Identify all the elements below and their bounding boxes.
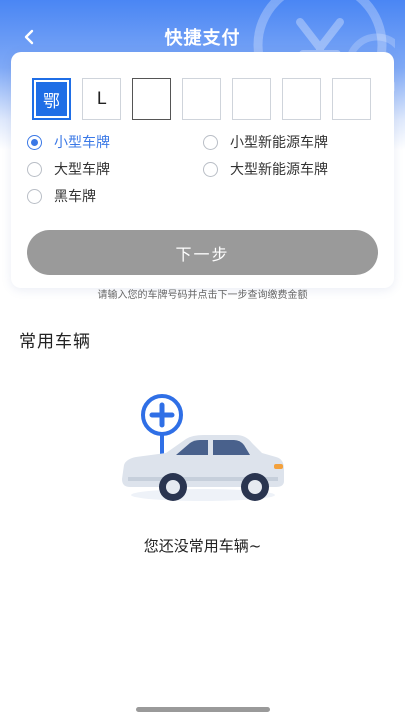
plate-char-box-5[interactable]: [332, 78, 371, 120]
plate-number-input: 鄂 L: [32, 78, 371, 120]
radio-label: 大型新能源车牌: [230, 162, 328, 178]
page-title: 快捷支付: [164, 28, 241, 49]
plate-province-box[interactable]: 鄂: [32, 78, 71, 120]
radio-small-new-energy-plate[interactable]: 小型新能源车牌: [203, 132, 328, 152]
radio-black-plate[interactable]: 黑车牌: [27, 186, 96, 206]
hint-text: 请输入您的车牌号码并点击下一步查询缴费金额: [97, 290, 308, 301]
car-add-illustration-icon: [122, 394, 284, 501]
plate-input-card: 鄂 L 小型车牌 小型新能源车牌 大型车牌 大型新能源车牌 黑车牌 下一步: [11, 52, 394, 288]
empty-vehicles-text: 您还没常用车辆~: [143, 537, 262, 555]
radio-small-plate[interactable]: 小型车牌: [27, 132, 110, 152]
frequent-vehicles-title: 常用车辆: [19, 332, 91, 352]
radio-large-new-energy-plate[interactable]: 大型新能源车牌: [203, 159, 328, 179]
radio-unchecked-icon: [203, 161, 218, 177]
radio-unchecked-icon: [27, 188, 42, 204]
radio-large-plate[interactable]: 大型车牌: [27, 159, 110, 179]
plate-char-box-2[interactable]: [182, 78, 221, 120]
radio-label: 小型新能源车牌: [230, 135, 328, 151]
radio-label: 大型车牌: [54, 162, 110, 178]
radio-unchecked-icon: [27, 161, 42, 177]
radio-label: 小型车牌: [54, 135, 110, 151]
home-indicator[interactable]: [136, 707, 270, 712]
plate-char-box-3[interactable]: [232, 78, 271, 120]
top-bar: 快捷支付: [0, 16, 405, 56]
radio-label: 黑车牌: [54, 189, 96, 205]
radio-unchecked-icon: [203, 134, 218, 150]
next-step-button[interactable]: 下一步: [27, 230, 378, 275]
plate-letter-box[interactable]: L: [82, 78, 121, 120]
radio-checked-icon: [27, 134, 42, 150]
plate-char-box-1[interactable]: [132, 78, 171, 120]
plate-char-box-4[interactable]: [282, 78, 321, 120]
